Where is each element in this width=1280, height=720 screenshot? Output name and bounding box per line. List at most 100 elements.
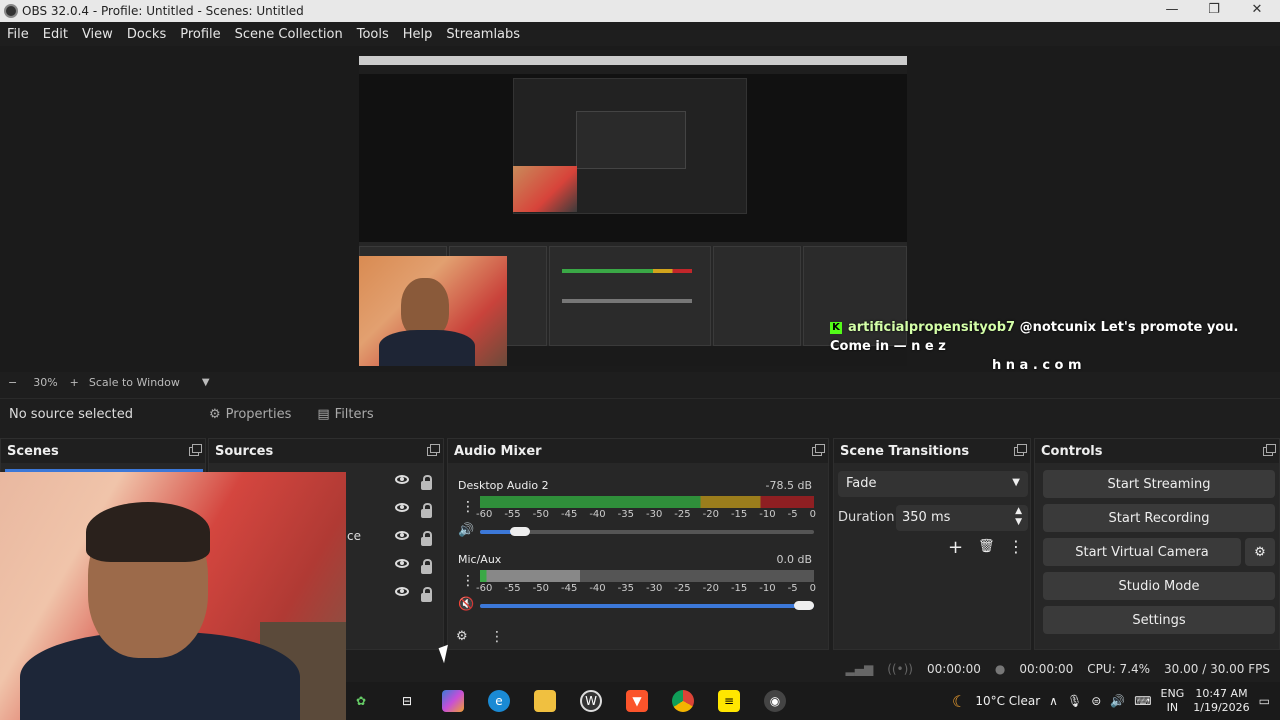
wifi-icon[interactable]: ⊜ <box>1091 694 1101 708</box>
microphone-icon[interactable]: 🎙 <box>1067 694 1082 708</box>
tick: -20 <box>702 583 719 594</box>
channel-name: Mic/Aux <box>458 553 502 566</box>
menu-edit[interactable]: Edit <box>36 27 75 42</box>
volume-slider-fill <box>480 604 814 608</box>
preview-webcam <box>359 256 507 366</box>
tick: 0 <box>809 583 816 594</box>
tick: -35 <box>617 509 634 520</box>
lock-icon[interactable] <box>421 587 432 602</box>
duration-label: Duration <box>838 510 895 525</box>
mixer-settings-icon[interactable]: ⚙ <box>456 629 468 644</box>
language-indicator[interactable]: ENG IN <box>1161 687 1185 715</box>
start-virtual-camera-button[interactable]: Start Virtual Camera <box>1043 538 1241 566</box>
lock-icon[interactable] <box>421 503 432 518</box>
scene-transitions-dock: Scene Transitions Fade ▼ Duration 350 ms… <box>833 438 1031 650</box>
visibility-eye-icon[interactable] <box>395 475 409 484</box>
lock-icon[interactable] <box>421 559 432 574</box>
studio-mode-button[interactable]: Studio Mode <box>1043 572 1275 600</box>
cpu-usage: CPU: 7.4% <box>1087 662 1151 676</box>
undock-icon[interactable] <box>1263 443 1276 456</box>
visibility-eye-icon[interactable] <box>395 559 409 568</box>
filters-icon: ▤ <box>317 407 330 422</box>
close-button[interactable]: ✕ <box>1237 0 1277 22</box>
undock-icon[interactable] <box>427 443 440 456</box>
task-view-icon[interactable]: ⊟ <box>396 690 418 712</box>
program-preview[interactable] <box>359 56 907 366</box>
notification-icon[interactable]: ▭ <box>1259 694 1270 708</box>
controls-header: Controls <box>1035 439 1279 463</box>
preview-dock-mixer <box>549 246 711 346</box>
visibility-eye-icon[interactable] <box>395 531 409 540</box>
clock[interactable]: 10:47 AM 1/19/2026 <box>1193 687 1249 715</box>
undock-icon[interactable] <box>1014 443 1027 456</box>
trash-icon[interactable]: 🗑 <box>978 539 995 554</box>
copilot-icon[interactable] <box>442 690 464 712</box>
scenes-title: Scenes <box>7 443 59 459</box>
window-titlebar: OBS 32.0.4 - Profile: Untitled - Scenes:… <box>0 0 1280 22</box>
channel-menu-icon[interactable]: ⋮ <box>461 499 475 515</box>
menu-profile[interactable]: Profile <box>173 27 227 42</box>
add-transition-icon[interactable]: + <box>948 537 963 558</box>
edge-icon[interactable]: e <box>488 690 510 712</box>
spin-arrows-icon[interactable]: ▲ ▼ <box>1015 506 1022 528</box>
notes-app-icon[interactable]: ≡ <box>718 690 740 712</box>
start-recording-button[interactable]: Start Recording <box>1043 504 1275 532</box>
transition-menu-icon[interactable]: ⋮ <box>1008 537 1024 556</box>
brave-icon[interactable]: ▼ <box>626 690 648 712</box>
chrome-icon[interactable] <box>672 690 694 712</box>
volume-slider-knob[interactable] <box>510 527 530 536</box>
menu-file[interactable]: File <box>0 27 36 42</box>
scale-dropdown-icon[interactable]: ▼ <box>202 377 210 388</box>
lock-icon[interactable] <box>421 475 432 490</box>
stream-status-icon: ((•)) <box>887 662 913 676</box>
undock-icon[interactable] <box>189 443 202 456</box>
keyboard-icon[interactable]: ⌨ <box>1134 694 1151 708</box>
speaker-icon[interactable]: 🔊 <box>458 523 474 538</box>
tick: -35 <box>617 583 634 594</box>
channel-name: Desktop Audio 2 <box>458 479 549 492</box>
muted-speaker-icon[interactable]: 🔇 <box>458 597 474 612</box>
volume-slider-track[interactable] <box>480 530 814 534</box>
weather-text[interactable]: 10°C Clear <box>975 694 1040 708</box>
menu-docks[interactable]: Docks <box>120 27 173 42</box>
obs-taskbar-icon[interactable]: ◉ <box>764 690 786 712</box>
menu-scene-collection[interactable]: Scene Collection <box>228 27 350 42</box>
volume-slider-knob[interactable] <box>794 601 814 610</box>
visibility-eye-icon[interactable] <box>395 587 409 596</box>
tick: -30 <box>645 583 663 594</box>
transition-select[interactable]: Fade ▼ <box>838 471 1028 497</box>
gear-icon: ⚙ <box>209 407 221 422</box>
minimize-button[interactable]: — <box>1152 0 1192 22</box>
zoom-out-button[interactable]: − <box>8 376 17 389</box>
channel-menu-icon[interactable]: ⋮ <box>461 573 475 589</box>
menu-streamlabs[interactable]: Streamlabs <box>439 27 527 42</box>
tick: -5 <box>787 509 798 520</box>
tick: -60 <box>476 509 493 520</box>
duration-spinbox[interactable]: 350 ms ▲ ▼ <box>896 505 1028 531</box>
menu-tools[interactable]: Tools <box>350 27 396 42</box>
tick: -50 <box>532 509 549 520</box>
volume-meter <box>480 570 814 582</box>
lock-icon[interactable] <box>421 531 432 546</box>
show-hidden-icons-chevron-icon[interactable]: ∧ <box>1049 694 1058 708</box>
menu-view[interactable]: View <box>75 27 120 42</box>
wordpress-icon[interactable]: W <box>580 690 602 712</box>
visibility-eye-icon[interactable] <box>395 503 409 512</box>
file-explorer-icon[interactable] <box>534 690 556 712</box>
properties-button[interactable]: ⚙ Properties <box>199 401 301 428</box>
virtual-camera-settings-button[interactable]: ⚙ <box>1245 538 1275 566</box>
filters-button[interactable]: ▤ Filters <box>307 401 383 428</box>
menu-help[interactable]: Help <box>396 27 440 42</box>
zoom-in-button[interactable]: + <box>70 376 79 389</box>
undock-icon[interactable] <box>812 443 825 456</box>
mixer-menu-icon[interactable]: ⋮ <box>490 629 504 645</box>
start-streaming-button[interactable]: Start Streaming <box>1043 470 1275 498</box>
chevron-down-icon: ▼ <box>1012 477 1020 488</box>
preview-dock-transitions <box>713 246 801 346</box>
volume-icon[interactable]: 🔊 <box>1110 694 1125 708</box>
settings-button[interactable]: Settings <box>1043 606 1275 634</box>
restore-button[interactable]: ❐ <box>1194 0 1234 22</box>
partial-app-icon[interactable]: ✿ <box>350 690 372 712</box>
source-toolbar: No source selected ⚙ Properties ▤ Filter… <box>0 398 1280 430</box>
sources-title: Sources <box>215 443 274 459</box>
